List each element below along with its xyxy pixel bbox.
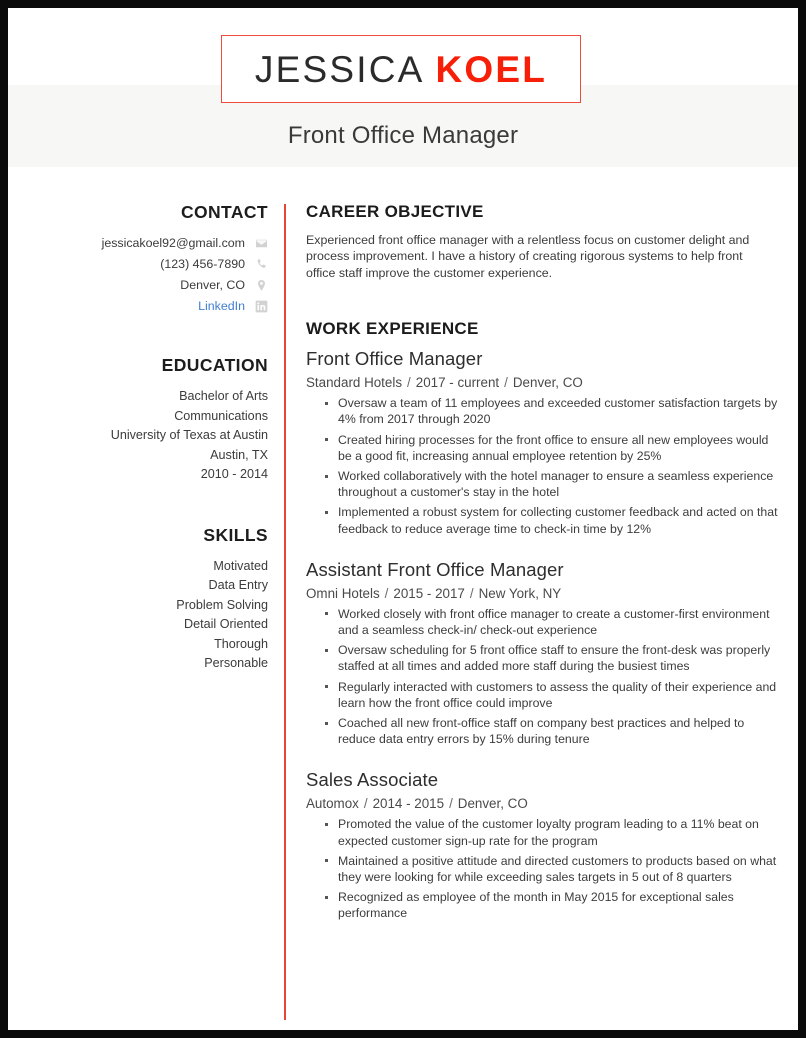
education-line: University of Texas at Austin bbox=[110, 428, 268, 442]
skill-item: Data Entry bbox=[208, 578, 269, 592]
skill-item: Personable bbox=[204, 656, 268, 670]
job-location: Denver, CO bbox=[457, 796, 528, 812]
job-dates: 2017 - current bbox=[415, 375, 500, 391]
job-role: Assistant Front Office Manager bbox=[306, 558, 564, 580]
job-entry: Front Office Manager Standard Hotels/201… bbox=[306, 348, 778, 537]
contact-item-phone: (123) 456-7890 bbox=[38, 255, 268, 273]
sidebar: CONTACT jessicakoel92@gmail.com (123) 45… bbox=[38, 202, 268, 674]
header-job-title: Front Office Manager bbox=[287, 122, 519, 149]
location-pin-icon bbox=[255, 279, 268, 292]
job-dates: 2014 - 2015 bbox=[372, 796, 445, 812]
job-meta: Standard Hotels/2017 - current / Denver, C… bbox=[306, 375, 778, 390]
meta-separator: / bbox=[469, 585, 474, 601]
envelope-icon bbox=[255, 237, 268, 250]
job-meta: Automox/2014 - 2015/Denver, CO bbox=[306, 796, 778, 811]
job-entry: Sales Associate Automox/2014 - 2015/Denv… bbox=[306, 769, 778, 921]
linkedin-icon[interactable] bbox=[255, 300, 268, 313]
job-company: Standard Hotels bbox=[306, 375, 403, 391]
job-role: Front Office Manager bbox=[306, 348, 483, 370]
bullet-item: Recognized as employee of the month in M… bbox=[306, 889, 778, 921]
bullet-item: Created hiring processes for the front o… bbox=[306, 432, 778, 464]
meta-separator: / bbox=[384, 585, 389, 601]
contact-item-linkedin[interactable]: LinkedIn bbox=[38, 297, 268, 315]
full-name: JESSICA KOEL bbox=[255, 51, 547, 88]
bullet-item: Regularly interacted with customers to a… bbox=[306, 679, 778, 711]
resume-page: JESSICA KOEL Front Office Manager CONTACT… bbox=[0, 0, 806, 1038]
bullet-item: Worked collaboratively with the hotel ma… bbox=[306, 468, 778, 500]
contact-phone-text: (123) 456-7890 bbox=[160, 257, 245, 271]
bullet-item: Promoted the value of the customer loyal… bbox=[306, 816, 778, 848]
contact-email-text: jessicakoel92@gmail.com bbox=[101, 236, 245, 250]
phone-icon bbox=[255, 258, 268, 271]
skills-heading: SKILLS bbox=[203, 524, 268, 545]
career-objective-text: Experienced front office manager with a … bbox=[306, 233, 750, 280]
name-box: JESSICA KOEL bbox=[221, 35, 581, 103]
job-role: Sales Associate bbox=[306, 769, 439, 791]
job-location: Denver, CO bbox=[512, 375, 583, 391]
bullet-item: Oversaw scheduling for 5 front office st… bbox=[306, 642, 778, 674]
education-line: Bachelor of Arts bbox=[179, 389, 268, 403]
skill-item: Problem Solving bbox=[176, 597, 268, 612]
contact-location-text: Denver, CO bbox=[180, 278, 245, 292]
education-line: Communications bbox=[174, 408, 268, 423]
meta-separator: / bbox=[449, 796, 453, 812]
job-company: Automox bbox=[306, 796, 359, 812]
job-bullets: Worked closely with front office manager… bbox=[306, 606, 778, 748]
job-bullets: Oversaw a team of 11 employees and excee… bbox=[306, 395, 778, 537]
last-name: KOEL bbox=[435, 48, 548, 90]
job-company: Omni Hotels bbox=[306, 585, 380, 601]
job-bullets: Promoted the value of the customer loyal… bbox=[306, 816, 778, 921]
meta-separator: / bbox=[407, 375, 411, 391]
contact-heading: CONTACT bbox=[180, 202, 268, 222]
skill-item: Detail Oriented bbox=[184, 617, 268, 631]
job-dates: 2015 - 2017 bbox=[393, 585, 465, 601]
first-name: JESSICA bbox=[254, 48, 425, 90]
education-line: 2010 - 2014 bbox=[200, 467, 268, 481]
skill-item: Motivated bbox=[213, 558, 268, 573]
contact-linkedin-text[interactable]: LinkedIn bbox=[198, 297, 245, 315]
main-content: CAREER OBJECTIVE Experienced front offic… bbox=[306, 202, 778, 926]
skill-item: Thorough bbox=[214, 636, 268, 651]
resume-sheet: JESSICA KOEL Front Office Manager CONTACT… bbox=[8, 8, 798, 1030]
contact-item-email: jessicakoel92@gmail.com bbox=[38, 234, 268, 252]
meta-separator: / bbox=[363, 796, 368, 812]
education-heading: EDUCATION bbox=[161, 355, 268, 375]
job-meta: Omni Hotels/2015 - 2017/New York, NY bbox=[306, 586, 778, 601]
bullet-item: Oversaw a team of 11 employees and excee… bbox=[306, 395, 778, 427]
bullet-item: Maintained a positive attitude and direc… bbox=[306, 853, 778, 885]
bullet-item: Coached all new front-office staff on co… bbox=[306, 715, 778, 747]
meta-separator: / bbox=[504, 375, 508, 391]
education-line: Austin, TX bbox=[210, 447, 268, 462]
career-objective-heading: CAREER OBJECTIVE bbox=[306, 202, 484, 221]
job-location: New York, NY bbox=[478, 585, 562, 601]
work-experience-heading: WORK EXPERIENCE bbox=[306, 319, 479, 339]
job-entry: Assistant Front Office Manager Omni Hote… bbox=[306, 559, 778, 748]
bullet-item: Worked closely with front office manager… bbox=[306, 606, 778, 638]
contact-item-location: Denver, CO bbox=[38, 276, 268, 294]
bullet-item: Implemented a robust system for collecti… bbox=[306, 504, 778, 536]
column-divider bbox=[284, 204, 286, 1020]
